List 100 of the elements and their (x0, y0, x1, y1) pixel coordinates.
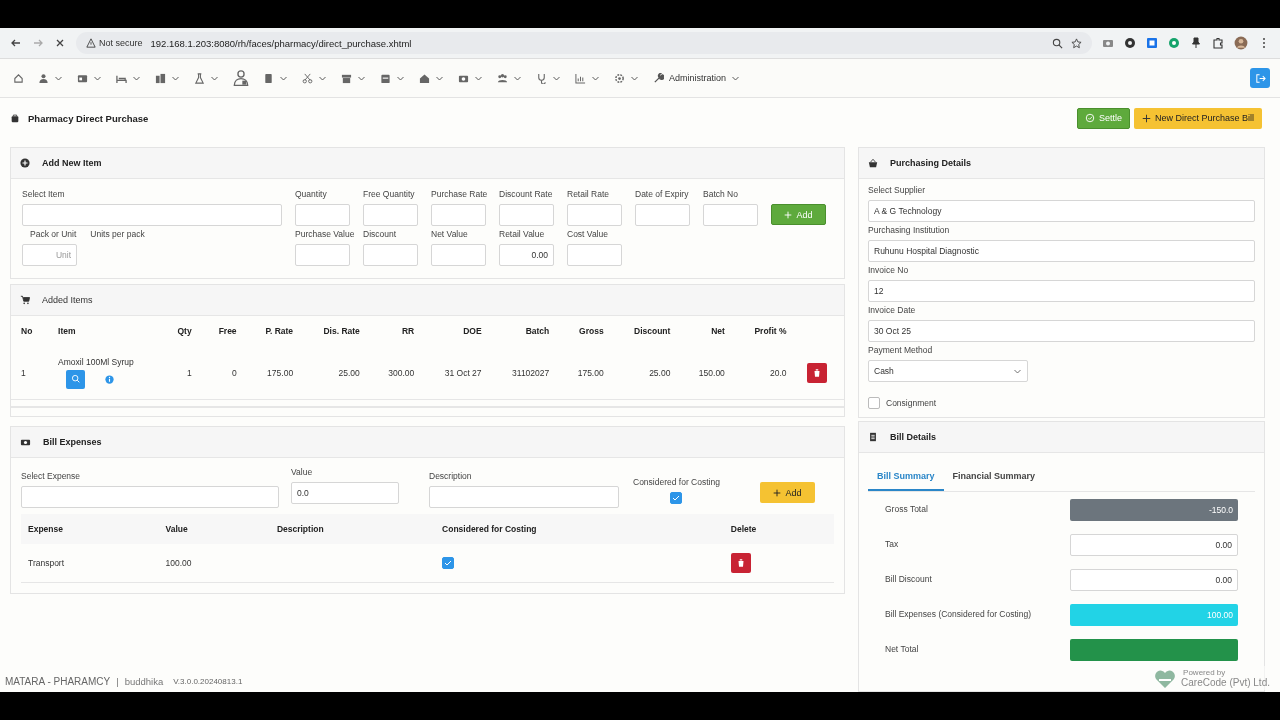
field-label: Select Supplier (868, 185, 927, 195)
summary-label: Bill Expenses (Considered for Costing) (885, 609, 1031, 619)
menu-icon (536, 72, 547, 84)
administration-menu[interactable]: Administration (669, 73, 727, 83)
warning-icon (86, 38, 96, 48)
input-field[interactable] (363, 244, 418, 266)
new-bill-button[interactable]: New Direct Purchase Bill (1133, 107, 1262, 129)
plus-icon (784, 210, 793, 219)
checkbox[interactable] (442, 557, 455, 569)
column-header: Delete (723, 514, 834, 544)
table-cell: 1 (11, 346, 49, 400)
item-name: Amoxil 100Ml Syrup (58, 356, 134, 367)
input-field[interactable] (567, 204, 622, 226)
summary-label: Tax (885, 539, 899, 549)
card-title: Added Items (42, 295, 93, 305)
input-field[interactable] (363, 204, 418, 226)
payment-dropdown[interactable]: Cash (868, 360, 1028, 382)
menu-icon (380, 72, 391, 84)
delete-button[interactable] (730, 553, 751, 573)
column-header: Qty (176, 325, 193, 338)
column-header: Profit % (753, 325, 788, 338)
puzzle-icon (1212, 37, 1224, 49)
info-icon (105, 374, 115, 384)
input-field[interactable] (431, 204, 486, 226)
plus-icon (1141, 113, 1151, 123)
department-name: MATARA - PHARAMCY (5, 675, 111, 687)
cart-icon (20, 295, 30, 305)
search-button[interactable] (66, 369, 86, 389)
input-field[interactable] (431, 244, 486, 266)
field-label: Value (291, 467, 314, 477)
total-field: 100.00 (1070, 604, 1238, 626)
input-field[interactable] (295, 204, 350, 226)
menu-icon (497, 72, 508, 84)
field-label: Discount Rate (499, 189, 554, 199)
tab[interactable]: Financial Summary (943, 463, 1045, 491)
separator-text: | (116, 675, 119, 687)
input-field[interactable]: 0.0 (291, 482, 399, 504)
back-icon (10, 37, 22, 49)
field-label: Purchase Rate (431, 189, 486, 199)
table-cell: 175.00 (246, 346, 304, 400)
delete-button[interactable] (806, 362, 827, 383)
logout-icon (1254, 72, 1266, 84)
logout-button[interactable] (1250, 68, 1270, 88)
menu-icon (614, 72, 625, 84)
input-field[interactable] (429, 486, 619, 508)
field-label: Retail Rate (567, 189, 611, 199)
input-field[interactable] (499, 204, 554, 226)
forward-icon (32, 37, 44, 49)
input-field[interactable]: Unit (22, 244, 77, 266)
checkbox[interactable] (868, 397, 880, 409)
powered-by-text: Powered by (1182, 668, 1227, 677)
column-header: Free (217, 325, 238, 338)
menu-icon (575, 72, 586, 84)
input-field[interactable] (21, 486, 279, 508)
column-header: Net (710, 325, 726, 338)
input-field[interactable]: A & G Technology (868, 200, 1255, 222)
table-cell: 20.0 (734, 346, 797, 400)
input-field[interactable] (635, 204, 690, 226)
security-label: Not secure (99, 38, 143, 48)
checkbox-label: Consignment (886, 398, 937, 408)
column-header: DOE (462, 325, 483, 338)
table-cell: 25.00 (303, 346, 370, 400)
input-field[interactable] (567, 244, 622, 266)
tab[interactable]: Bill Summary (868, 463, 944, 491)
checkbox[interactable] (670, 492, 683, 504)
field-label: Quantity (295, 189, 328, 199)
input-field[interactable] (22, 204, 282, 226)
star-icon (1071, 37, 1082, 49)
basket-icon (868, 158, 878, 168)
field-label: Batch No (703, 189, 739, 199)
field-label: Free Quantity (363, 189, 416, 199)
add-button[interactable]: Add (759, 482, 815, 503)
pin-icon (1190, 37, 1202, 49)
menu-icon (77, 72, 88, 84)
table-cell: 31 Oct 27 (424, 346, 492, 400)
column-header: Considered for Costing (435, 514, 724, 544)
field-label: Units per pack (90, 229, 145, 239)
card-title: Bill Expenses (43, 437, 102, 447)
input-field[interactable]: 0.00 (1070, 534, 1238, 556)
input-field[interactable]: 0.00 (499, 244, 554, 266)
field-label: Invoice Date (868, 305, 917, 315)
camera-icon (1102, 37, 1114, 49)
check-circle-icon (1084, 113, 1095, 123)
address-bar[interactable]: Not secure 192.168.1.203:8080/rh/faces/pharmacy/direct_purchase.xhtml (76, 32, 1092, 54)
input-field[interactable]: 0.00 (1070, 569, 1238, 591)
column-header: Discount (633, 325, 672, 338)
field-label: Discount (363, 229, 398, 239)
input-field[interactable]: 12 (868, 280, 1255, 302)
input-field[interactable]: Ruhunu Hospital Diagnostic (868, 240, 1255, 262)
field-label: Purchasing Institution (868, 225, 951, 235)
column-header: Description (269, 514, 436, 544)
input-field[interactable]: 30 Oct 25 (868, 320, 1255, 342)
field-label: Net Value (431, 229, 469, 239)
stop-icon (54, 37, 66, 49)
card-title: Bill Details (890, 432, 936, 442)
zoom-icon (1052, 37, 1063, 49)
input-field[interactable] (703, 204, 758, 226)
bag-icon (10, 113, 20, 123)
total-field: -150.0 (1070, 499, 1238, 521)
input-field[interactable] (295, 244, 350, 266)
